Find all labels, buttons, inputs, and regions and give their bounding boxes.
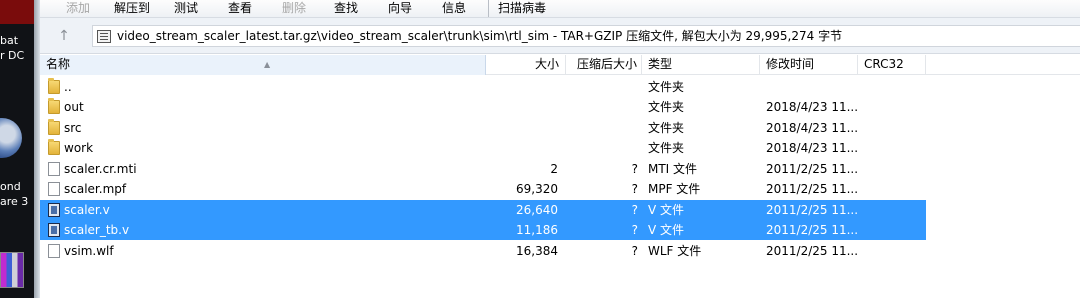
file-type: 文件夹 (648, 80, 685, 94)
file-name: out (64, 100, 84, 114)
column-modified[interactable]: 修改时间 (760, 55, 858, 75)
find-button[interactable]: 查找 (334, 1, 358, 15)
file-packed-size: ? (631, 203, 638, 217)
file-row-scaler-tb-v[interactable]: scaler_tb.v 11,186 ? V 文件 2011/2/25 11..… (40, 220, 926, 240)
file-row-work[interactable]: work 文件夹 2018/4/23 11... (40, 138, 926, 158)
file-row-scaler-mpf[interactable]: scaler.mpf 69,320 ? MPF 文件 2011/2/25 11.… (40, 179, 926, 199)
file-modified: 2011/2/25 11... (766, 244, 859, 258)
desktop-icon-label: r DC (0, 49, 25, 62)
file-row-parent[interactable]: .. 文件夹 (40, 77, 926, 97)
file-type: V 文件 (648, 203, 685, 217)
file-modified: 2011/2/25 11... (766, 162, 859, 176)
file-modified: 2018/4/23 11... (766, 141, 859, 155)
desktop-app-icon[interactable] (0, 118, 22, 158)
file-type: 文件夹 (648, 141, 685, 155)
file-packed-size: ? (631, 162, 638, 176)
virus-scan-button[interactable]: 扫描病毒 (498, 1, 546, 15)
file-row-scaler-v[interactable]: scaler.v 26,640 ? V 文件 2011/2/25 11... (40, 200, 926, 220)
file-name: work (64, 141, 94, 155)
column-header: 名称 ▲ 大小 压缩后大小 类型 修改时间 CRC32 (40, 55, 1080, 75)
file-name: scaler.mpf (64, 182, 127, 196)
folder-icon (48, 119, 60, 135)
file-modified: 2011/2/25 11... (766, 223, 859, 237)
up-arrow-icon[interactable]: ↑ (54, 26, 74, 46)
view-button[interactable]: 查看 (228, 1, 252, 15)
document-icon (48, 244, 60, 258)
file-type: MTI 文件 (648, 162, 698, 176)
extract-to-button[interactable]: 解压到 (114, 1, 150, 15)
file-name: .. (64, 80, 72, 94)
file-size: 2 (550, 162, 558, 176)
sort-ascending-icon: ▲ (264, 60, 271, 69)
desktop-icon-label: ond (0, 180, 21, 193)
winrar-desktop-icon[interactable] (0, 252, 24, 288)
file-type: WLF 文件 (648, 244, 702, 258)
file-name: scaler_tb.v (64, 223, 130, 237)
file-type: V 文件 (648, 223, 685, 237)
document-icon (48, 182, 60, 196)
file-packed-size: ? (631, 223, 638, 237)
file-row-vsim-wlf[interactable]: vsim.wlf 16,384 ? WLF 文件 2011/2/25 11... (40, 241, 926, 261)
file-size: 26,640 (516, 203, 558, 217)
folder-icon (48, 98, 60, 114)
path-field[interactable]: video_stream_scaler_latest.tar.gz\video_… (92, 25, 1080, 47)
file-modified: 2011/2/25 11... (766, 182, 859, 196)
test-button[interactable]: 测试 (174, 1, 198, 15)
desktop-icon-label: are 3 (0, 195, 29, 208)
file-type: 文件夹 (648, 100, 685, 114)
file-packed-size: ? (631, 182, 638, 196)
delete-button[interactable]: 删除 (282, 1, 306, 15)
column-crc32[interactable]: CRC32 (858, 55, 926, 75)
file-packed-size: ? (631, 244, 638, 258)
info-button[interactable]: 信息 (442, 1, 466, 15)
folder-icon (48, 139, 60, 155)
column-size[interactable]: 大小 (486, 55, 566, 75)
toolbar-separator (488, 0, 489, 17)
archive-icon (97, 30, 111, 43)
desktop-window-edge (0, 0, 34, 24)
file-name: scaler.v (64, 203, 110, 217)
file-modified: 2018/4/23 11... (766, 121, 859, 135)
verilog-file-icon (48, 203, 60, 217)
add-button[interactable]: 添加 (66, 1, 90, 15)
file-size: 16,384 (516, 244, 558, 258)
file-size: 69,320 (516, 182, 558, 196)
file-type: MPF 文件 (648, 182, 701, 196)
column-packed-size[interactable]: 压缩后大小 (566, 55, 642, 75)
toolbar: 添加 解压到 测试 查看 删除 查找 向导 信息 扫描病毒 (40, 0, 1080, 18)
column-type[interactable]: 类型 (642, 55, 760, 75)
column-name-label: 名称 (46, 57, 71, 71)
file-name: src (64, 121, 82, 135)
folder-icon (48, 78, 60, 94)
verilog-file-icon (48, 223, 60, 237)
file-row-src[interactable]: src 文件夹 2018/4/23 11... (40, 118, 926, 138)
file-row-scaler-cr-mti[interactable]: scaler.cr.mti 2 ? MTI 文件 2011/2/25 11... (40, 159, 926, 179)
desktop-icon-label: bat (0, 34, 19, 47)
file-row-out[interactable]: out 文件夹 2018/4/23 11... (40, 97, 926, 117)
file-name: scaler.cr.mti (64, 162, 137, 176)
file-modified: 2018/4/23 11... (766, 100, 859, 114)
file-modified: 2011/2/25 11... (766, 203, 859, 217)
address-bar: ↑ video_stream_scaler_latest.tar.gz\vide… (40, 18, 1080, 54)
file-name: vsim.wlf (64, 244, 114, 258)
archive-path: video_stream_scaler_latest.tar.gz\video_… (117, 29, 843, 43)
file-type: 文件夹 (648, 121, 685, 135)
wizard-button[interactable]: 向导 (388, 1, 412, 15)
document-icon (48, 162, 60, 176)
desktop-background: bat r DC ond are 3 (0, 0, 34, 298)
column-name[interactable]: 名称 ▲ (40, 55, 486, 75)
file-size: 11,186 (516, 223, 558, 237)
